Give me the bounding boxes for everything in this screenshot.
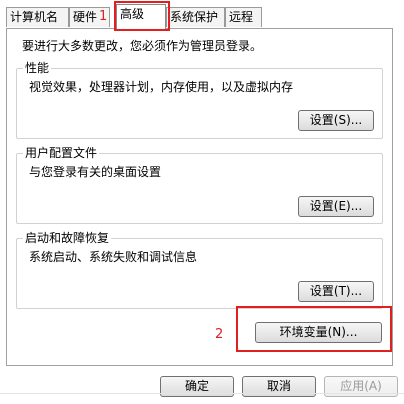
performance-desc: 视觉效果，处理器计划，内存使用，以及虚拟内存 xyxy=(29,80,294,94)
user-profiles-desc: 与您登录有关的桌面设置 xyxy=(29,165,162,179)
startup-recovery-desc: 系统启动、系统失败和调试信息 xyxy=(29,250,198,264)
annotation-label-2: 2 xyxy=(215,327,224,342)
user-profiles-settings-button[interactable]: 设置(E)... xyxy=(298,196,374,217)
annotation-label-1: 1 xyxy=(99,9,108,24)
tab-remote[interactable]: 远程 xyxy=(225,7,262,27)
startup-recovery-settings-button[interactable]: 设置(T)... xyxy=(298,281,374,302)
performance-title: 性能 xyxy=(23,60,52,76)
tab-strip: 计算机名 硬件 高级 系统保护 远程 xyxy=(0,0,404,29)
startup-recovery-title: 启动和故障恢复 xyxy=(23,230,112,246)
performance-settings-button[interactable]: 设置(S)... xyxy=(298,110,374,131)
user-profiles-title: 用户配置文件 xyxy=(23,145,100,161)
bottom-divider xyxy=(0,393,404,394)
tab-computer-name[interactable]: 计算机名 xyxy=(6,7,69,27)
tab-advanced[interactable]: 高级 xyxy=(116,4,166,29)
admin-notice: 要进行大多数更改，您必须作为管理员登录。 xyxy=(22,39,263,53)
tab-system-protection[interactable]: 系统保护 xyxy=(166,7,225,27)
environment-variables-button[interactable]: 环境变量(N)... xyxy=(255,322,382,343)
